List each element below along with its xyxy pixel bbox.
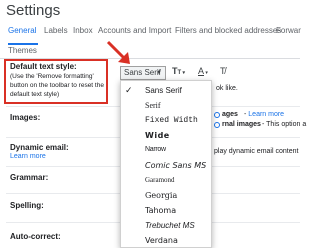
tab-labels[interactable]: Labels <box>44 26 68 35</box>
font-option-garamond[interactable]: Garamond <box>121 173 213 189</box>
tab-forwarding[interactable]: Forwar <box>276 26 301 35</box>
text-color-icon[interactable]: A ▾ <box>198 66 208 76</box>
chevron-down-icon: ▼ <box>156 70 162 76</box>
font-option-wide[interactable]: Wide <box>121 128 213 144</box>
images-option-1-radio[interactable] <box>214 112 220 118</box>
default-text-style-description: (Use the 'Remove formatting' button on t… <box>10 73 104 98</box>
spelling-label: Spelling: <box>10 201 44 210</box>
default-text-style-label: Default text style: <box>10 62 77 71</box>
auto-correct-label: Auto-correct: <box>10 232 61 241</box>
font-option-georgia[interactable]: Georgia <box>121 188 213 204</box>
dynamic-email-text: play dynamic email content <box>214 148 299 155</box>
annotation-arrow-icon <box>106 40 130 64</box>
tab-general[interactable]: General <box>8 26 36 35</box>
font-option-sans-serif[interactable]: ✓ Sans Serif <box>121 83 213 99</box>
images-option-2-desc: - This option a <box>262 121 307 128</box>
tab-filters[interactable]: Filters and blocked addresses <box>175 26 281 35</box>
font-option-verdana[interactable]: Verdana <box>121 233 213 248</box>
images-learn-more-link[interactable]: Learn more <box>248 111 284 118</box>
images-option-2-label: rnal images <box>222 121 261 128</box>
font-option-trebuchet[interactable]: Trebuchet MS <box>121 218 213 234</box>
page-title: Settings <box>6 2 61 19</box>
font-option-serif[interactable]: Serif <box>121 98 213 114</box>
remove-formatting-icon[interactable]: T̸ <box>220 66 226 76</box>
dynamic-email-label: Dynamic email: <box>10 143 69 152</box>
images-label: Images: <box>10 113 41 122</box>
tab-accounts-and-import[interactable]: Accounts and Import <box>98 26 171 35</box>
grammar-label: Grammar: <box>10 173 49 182</box>
font-family-select[interactable]: Sans Serif ▼ <box>120 66 166 80</box>
font-option-tahoma[interactable]: Tahoma <box>121 203 213 219</box>
preview-text: ok like. <box>216 85 238 92</box>
text-size-icon[interactable]: TT ▾ <box>172 66 185 76</box>
tab-inbox[interactable]: Inbox <box>73 26 93 35</box>
check-icon: ✓ <box>125 85 133 95</box>
font-option-narrow[interactable]: Narrow <box>121 143 213 159</box>
active-tab-indicator <box>8 43 38 45</box>
images-option-2-radio[interactable] <box>214 122 220 128</box>
font-option-fixed-width[interactable]: Fixed Width <box>121 113 213 129</box>
settings-tabs: General Labels Inbox Accounts and Import… <box>0 24 301 55</box>
tab-themes[interactable]: Themes <box>8 46 37 55</box>
font-option-comic-sans[interactable]: Comic Sans MS <box>121 158 213 174</box>
images-option-1-label: ages <box>222 111 238 118</box>
font-family-menu: ✓ Sans Serif Serif Fixed Width Wide Narr… <box>120 80 212 248</box>
dynamic-email-learn-more-link[interactable]: Learn more <box>10 153 46 160</box>
